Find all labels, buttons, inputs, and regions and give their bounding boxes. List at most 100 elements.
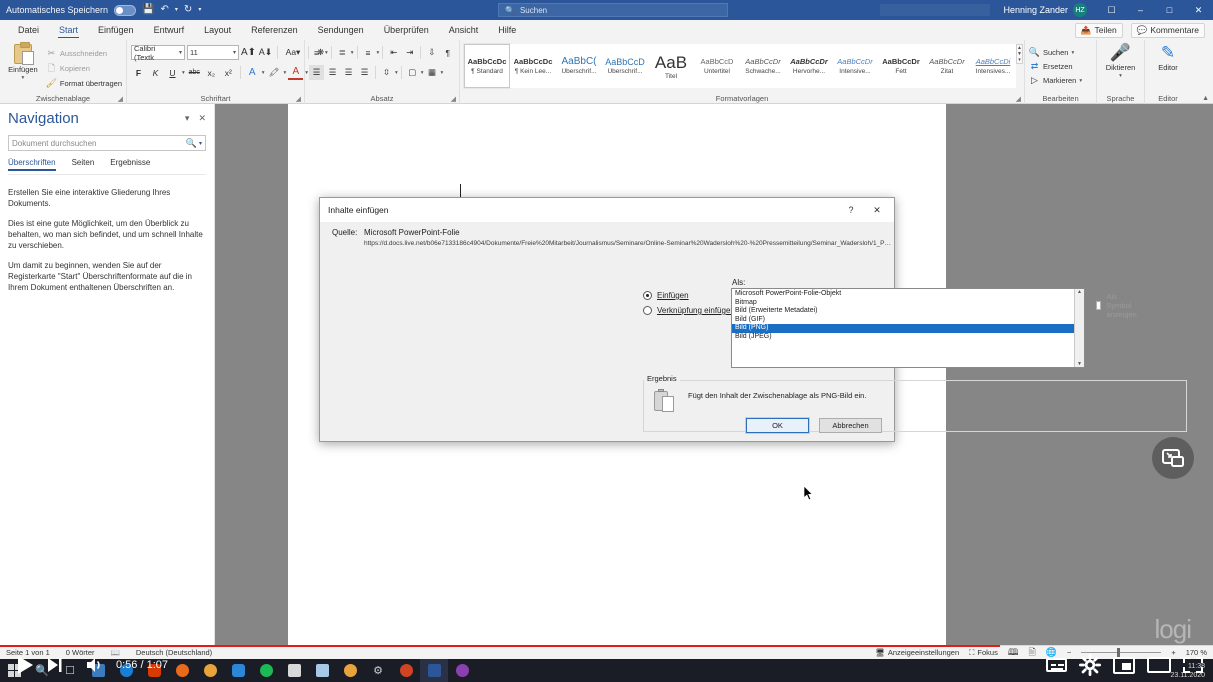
picture-in-picture-button[interactable]: [1152, 437, 1194, 479]
more-styles-icon[interactable]: ▾: [1017, 57, 1022, 63]
format-listbox[interactable]: Microsoft PowerPoint-Folie-Objekt Bitmap…: [731, 288, 1085, 368]
multilevel-list-button[interactable]: ≡: [361, 45, 376, 60]
taskbar-app-mail[interactable]: [336, 659, 364, 682]
taskbar-app-firefox[interactable]: [168, 659, 196, 682]
tab-start[interactable]: Start: [49, 20, 88, 40]
taskbar-app-onedrive[interactable]: [224, 659, 252, 682]
proofing-status[interactable]: 📖: [111, 648, 120, 657]
bold-button[interactable]: F: [131, 65, 146, 80]
avatar[interactable]: HZ: [1073, 3, 1087, 17]
focus-mode-button[interactable]: ⛶ Fokus: [969, 648, 998, 658]
redo-icon[interactable]: ↻: [184, 5, 192, 15]
find-button[interactable]: 🔍 Suchen ▾: [1029, 46, 1082, 59]
find-dropdown-icon[interactable]: ▾: [1071, 50, 1074, 56]
paste-radio-row[interactable]: Einfügen: [643, 291, 737, 300]
align-right-button[interactable]: ☰: [341, 65, 356, 80]
grow-font-button[interactable]: A⬆: [241, 45, 256, 60]
style-fett[interactable]: AaBbCcDr Fett: [878, 44, 924, 88]
taskbar-app-powerpoint[interactable]: [392, 659, 420, 682]
superscript-button[interactable]: x²: [221, 65, 236, 80]
web-layout-button[interactable]: 🌐: [1046, 647, 1057, 658]
style-zitat[interactable]: AaBbCcDr Zitat: [924, 44, 970, 88]
display-as-icon-checkbox-row[interactable]: Als Symbol anzeigen: [1096, 292, 1140, 319]
chevron-down-icon[interactable]: ▼: [1075, 361, 1084, 367]
tab-einfuegen[interactable]: Einfügen: [88, 20, 144, 40]
shading-dropdown-icon[interactable]: ▾: [421, 70, 424, 76]
display-as-icon-checkbox[interactable]: [1096, 301, 1102, 310]
align-center-button[interactable]: ☰: [325, 65, 340, 80]
save-icon[interactable]: 💾: [142, 5, 154, 15]
navigation-options-icon[interactable]: ▾: [185, 113, 190, 124]
show-formatting-marks-button[interactable]: ¶: [440, 45, 455, 60]
paste-radio[interactable]: [643, 291, 652, 300]
copy-button[interactable]: 🗋 Kopieren: [46, 62, 122, 75]
taskbar-app-settings[interactable]: ⚙: [364, 659, 392, 682]
borders-dropdown-icon[interactable]: ▾: [441, 70, 444, 76]
align-left-button[interactable]: ☰: [309, 65, 324, 80]
next-button[interactable]: [40, 650, 70, 680]
dialog-close-button[interactable]: ✕: [864, 199, 890, 221]
paste-link-radio-row[interactable]: Verknüpfung einfügen:: [643, 306, 737, 315]
search-icon[interactable]: 🔍: [186, 138, 197, 149]
paste-dropdown-icon[interactable]: ▾: [22, 75, 25, 81]
tab-layout[interactable]: Layout: [194, 20, 241, 40]
minimize-button[interactable]: ‒: [1126, 0, 1155, 20]
paste-button[interactable]: Einfügen ▾: [4, 42, 42, 81]
line-spacing-button[interactable]: ⇳: [379, 65, 394, 80]
collapse-ribbon-button[interactable]: ▲: [1202, 95, 1209, 102]
style-titel[interactable]: AaB Titel: [648, 44, 694, 88]
dialog-help-button[interactable]: ?: [838, 199, 864, 221]
numbering-button[interactable]: ≣: [335, 45, 350, 60]
undo-dropdown-icon[interactable]: ▾: [175, 7, 178, 13]
increase-indent-button[interactable]: ⇥: [402, 45, 417, 60]
zoom-in-button[interactable]: +: [1171, 648, 1175, 657]
multilevel-dropdown-icon[interactable]: ▾: [377, 50, 380, 56]
decrease-indent-button[interactable]: ⇤: [386, 45, 401, 60]
clipboard-dialog-launcher[interactable]: ◢: [118, 95, 123, 103]
format-option-ppt-object[interactable]: Microsoft PowerPoint-Folie-Objekt: [732, 290, 1074, 299]
editor-button[interactable]: ✎ Editor: [1149, 44, 1187, 73]
cancel-button[interactable]: Abbrechen: [819, 418, 882, 433]
taskbar-app-thunderbird[interactable]: [196, 659, 224, 682]
taskbar-app-spotify[interactable]: [252, 659, 280, 682]
style-intensive-hervorhebung[interactable]: AaBbCcDr Intensive...: [832, 44, 878, 88]
navigation-search-input[interactable]: Dokument durchsuchen 🔍 ▾: [8, 135, 206, 151]
customize-qat-icon[interactable]: ▾: [198, 7, 201, 13]
shading-button[interactable]: ▢: [405, 65, 420, 80]
styles-dialog-launcher[interactable]: ◢: [1016, 95, 1021, 103]
dictate-button[interactable]: 🎤 Diktieren ▾: [1101, 44, 1140, 80]
style-standard[interactable]: AaBbCcDc ¶ Standard: [463, 43, 511, 89]
zoom-out-button[interactable]: −: [1067, 648, 1071, 657]
account-name[interactable]: Henning Zander: [1003, 5, 1068, 15]
select-button[interactable]: ▷ Markieren ▾: [1029, 74, 1082, 87]
line-spacing-dropdown-icon[interactable]: ▾: [395, 70, 398, 76]
format-option-png[interactable]: Bild (PNG): [732, 324, 1074, 333]
format-option-emf[interactable]: Bild (Erweiterte Metadatei): [732, 307, 1074, 316]
styles-gallery-scrollbar[interactable]: ▲ ▼ ▾: [1016, 44, 1023, 64]
play-button[interactable]: [10, 650, 40, 680]
format-painter-button[interactable]: 🖌 Format übertragen: [46, 77, 122, 90]
numbering-dropdown-icon[interactable]: ▾: [351, 50, 354, 56]
tab-hilfe[interactable]: Hilfe: [488, 20, 526, 40]
font-name-combo[interactable]: Calibri (Textk ▾: [131, 44, 185, 62]
dictate-dropdown-icon[interactable]: ▾: [1119, 73, 1122, 79]
paste-link-radio[interactable]: [643, 306, 652, 315]
navigation-close-icon[interactable]: ✕: [198, 113, 206, 124]
strikethrough-button[interactable]: abc: [187, 65, 202, 80]
highlight-dropdown-icon[interactable]: ▾: [284, 70, 287, 76]
style-ueberschrift-2[interactable]: AaBbCcD Überschrif...: [602, 44, 648, 88]
taskbar-app-screencast[interactable]: [448, 659, 476, 682]
bullets-button[interactable]: ≡: [309, 45, 324, 60]
taskbar-app-office[interactable]: [140, 659, 168, 682]
taskbar-app-notepad[interactable]: [280, 659, 308, 682]
autosave-toggle[interactable]: [114, 4, 137, 16]
paragraph-dialog-launcher[interactable]: ◢: [451, 95, 456, 103]
text-effects-dropdown-icon[interactable]: ▾: [262, 70, 265, 76]
taskbar-app-word[interactable]: [420, 659, 448, 682]
share-button[interactable]: 📤 Teilen: [1074, 22, 1123, 38]
comments-button[interactable]: 💬 Kommentare: [1130, 22, 1205, 38]
nav-tab-seiten[interactable]: Seiten: [72, 158, 95, 171]
style-hervorhebung[interactable]: AaBbCcDr Hervorhe...: [786, 44, 832, 88]
tab-datei[interactable]: Datei: [8, 20, 49, 40]
video-progress-bar[interactable]: [0, 645, 1000, 647]
